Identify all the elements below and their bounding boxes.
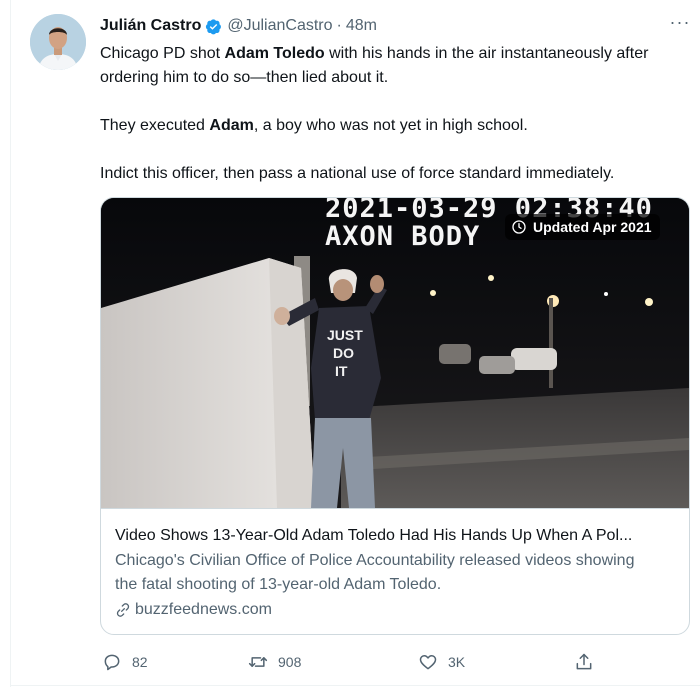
card-title[interactable]: Video Shows 13-Year-Old Adam Toledo Had … [115, 525, 677, 547]
clock-icon [512, 220, 526, 234]
tweet-paragraph-3: Indict this officer, then pass a nationa… [100, 165, 615, 182]
heart-icon [419, 655, 437, 670]
reply-icon [104, 654, 120, 671]
bodycam-label-overlay: AXON BODY [325, 221, 481, 252]
card-media-image[interactable]: JUST DO IT 2021-03-29 02:38:40 AXON BODY… [101, 198, 689, 508]
verified-badge-icon [206, 18, 222, 34]
share-button[interactable] [574, 648, 594, 676]
link-preview-card[interactable]: JUST DO IT 2021-03-29 02:38:40 AXON BODY… [100, 197, 690, 635]
retweet-button[interactable]: 908 [248, 648, 301, 676]
text-run: Chicago PD shot [100, 45, 225, 62]
link-icon [116, 603, 130, 617]
header-separator: · [336, 17, 342, 34]
text-run: They executed [100, 117, 210, 134]
card-domain[interactable]: buzzfeednews.com [115, 599, 272, 621]
text-run: , a boy who was not yet in high school. [253, 117, 528, 134]
tweet-paragraph-1: Chicago PD shot Adam Toledo with his han… [100, 42, 685, 90]
author-display-name[interactable]: Julián Castro [100, 17, 201, 35]
share-icon [576, 653, 592, 670]
like-count: 3K [448, 654, 466, 670]
text-bold-run: Adam [209, 117, 254, 134]
like-button[interactable]: 3K [418, 648, 465, 676]
timeline-divider [10, 0, 11, 687]
updated-badge: Updated Apr 2021 [505, 214, 660, 240]
svg-text:IT: IT [335, 363, 348, 379]
avatar-image [30, 14, 86, 70]
avatar[interactable] [30, 14, 86, 70]
tweet-actions-bar: 82 908 3K [100, 648, 600, 676]
retweet-count: 908 [278, 654, 302, 670]
updated-badge-label: Updated Apr 2021 [533, 219, 652, 235]
tweet-header: Julián Castro @JulianCastro · 48m [100, 15, 377, 37]
card-domain-text: buzzfeednews.com [135, 601, 272, 618]
card-details[interactable]: Video Shows 13-Year-Old Adam Toledo Had … [101, 508, 689, 634]
tweet-text: Chicago PD shot Adam Toledo with his han… [100, 42, 685, 186]
tweet-timestamp[interactable]: 48m [346, 17, 377, 35]
card-description: Chicago's Civilian Office of Police Acco… [115, 552, 635, 593]
svg-text:JUST: JUST [327, 327, 363, 343]
retweet-icon [248, 657, 268, 667]
author-handle[interactable]: @JulianCastro [227, 17, 332, 35]
more-options-button[interactable]: ··· [668, 12, 692, 34]
tweet-paragraph-2: They executed Adam, a boy who was not ye… [100, 114, 685, 138]
svg-text:DO: DO [333, 345, 354, 361]
reply-button[interactable]: 82 [102, 648, 148, 676]
text-bold-run: Adam Toledo [224, 45, 325, 62]
tweet-bottom-divider [10, 685, 700, 686]
reply-count: 82 [132, 654, 148, 670]
